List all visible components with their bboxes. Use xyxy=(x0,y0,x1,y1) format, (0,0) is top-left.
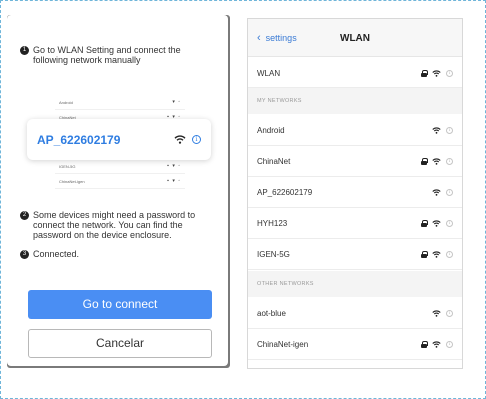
target-ssid: AP_622602179 xyxy=(37,132,121,147)
lock-icon xyxy=(421,69,428,77)
network-name: aot-blue xyxy=(257,308,286,318)
network-row[interactable]: Android i xyxy=(248,115,462,146)
cancel-button[interactable]: Cancelar xyxy=(28,329,212,358)
info-icon[interactable]: i xyxy=(446,340,453,348)
wifi-icon xyxy=(432,309,441,317)
step-2: 2 Some devices might need a password to … xyxy=(20,210,215,240)
wifi-icon xyxy=(432,340,441,348)
mini-row-icons: ▾ ◦ xyxy=(172,99,181,105)
mini-row-icons: ▪ ▾ ◦ xyxy=(167,163,181,169)
go-to-connect-button[interactable]: Go to connect xyxy=(28,290,212,319)
network-name: ChinaNet-igen xyxy=(257,339,309,349)
step-3-text: Connected. xyxy=(33,249,80,259)
mini-row: Android ▾ ◦ xyxy=(55,95,185,110)
lock-icon xyxy=(421,219,428,227)
network-row[interactable]: ChinaNet-igen i xyxy=(248,329,462,360)
wifi-icon xyxy=(432,69,441,77)
network-name: AP_622602179 xyxy=(257,187,313,197)
step-1: 1 Go to WLAN Setting and connect the fol… xyxy=(20,45,210,65)
info-icon[interactable]: i xyxy=(446,188,453,196)
wlan-settings-panel: ‹ settings WLAN WLAN i MY NETWORKS Android i… xyxy=(247,18,463,369)
lock-icon xyxy=(421,250,428,258)
step-3-number: 3 xyxy=(20,250,29,259)
mini-row: IGEN-5G ▪ ▾ ◦ xyxy=(55,159,185,174)
page-title: WLAN xyxy=(340,33,370,44)
highlighted-network: AP_622602179 i xyxy=(27,119,211,160)
network-name: Android xyxy=(257,125,285,135)
info-icon[interactable]: i xyxy=(446,250,453,258)
mini-row-label: IGEN-5G xyxy=(59,163,76,169)
network-row[interactable]: HYH123 i xyxy=(248,208,462,239)
instruction-card-shadow: 1 Go to WLAN Setting and connect the fol… xyxy=(7,15,230,368)
network-row[interactable]: IGEN-5G i xyxy=(248,239,462,270)
wlan-toggle-row[interactable]: WLAN i xyxy=(248,59,462,88)
network-name: IGEN-5G xyxy=(257,249,290,259)
step-1-text: Go to WLAN Setting and connect the follo… xyxy=(33,45,181,65)
mini-network-list-bottom: IGEN-5G ▪ ▾ ◦ ChinaNet-igen ▪ ▾ ◦ xyxy=(55,159,185,189)
mini-row: ChinaNet-igen ▪ ▾ ◦ xyxy=(55,174,185,189)
network-name: WLAN xyxy=(257,68,281,78)
info-icon[interactable]: i xyxy=(446,69,453,77)
network-row[interactable]: ChinaNet i xyxy=(248,146,462,177)
network-name: HYH123 xyxy=(257,218,288,228)
lock-icon xyxy=(421,157,428,165)
other-networks-header: OTHER NETWORKS xyxy=(248,271,462,297)
wifi-icon xyxy=(432,126,441,134)
wifi-icon xyxy=(174,135,186,144)
step-3: 3 Connected. xyxy=(20,249,79,259)
info-icon[interactable]: i xyxy=(446,219,453,227)
wifi-icon xyxy=(432,219,441,227)
instruction-card: 1 Go to WLAN Setting and connect the fol… xyxy=(7,15,228,366)
lock-icon xyxy=(421,340,428,348)
info-icon[interactable]: i xyxy=(446,309,453,317)
network-name: ChinaNet xyxy=(257,156,291,166)
wifi-icon xyxy=(432,188,441,196)
step-2-text: Some devices might need a password to co… xyxy=(33,210,196,240)
network-row[interactable]: aot-blue i xyxy=(248,298,462,329)
mini-row-label: ChinaNet-igen xyxy=(59,178,85,184)
wifi-icon xyxy=(432,157,441,165)
info-icon[interactable]: i xyxy=(446,157,453,165)
step-2-number: 2 xyxy=(20,211,29,220)
network-row[interactable]: AP_622602179 i xyxy=(248,177,462,208)
mini-row-icons: ▪ ▾ ◦ xyxy=(167,178,181,184)
wifi-icon xyxy=(432,250,441,258)
step-1-number: 1 xyxy=(20,46,29,55)
nav-bar: ‹ settings WLAN xyxy=(248,19,462,57)
my-networks-header: MY NETWORKS xyxy=(248,88,462,114)
info-icon[interactable]: i xyxy=(446,126,453,134)
info-icon: i xyxy=(192,135,201,144)
mini-row-label: Android xyxy=(59,99,73,105)
